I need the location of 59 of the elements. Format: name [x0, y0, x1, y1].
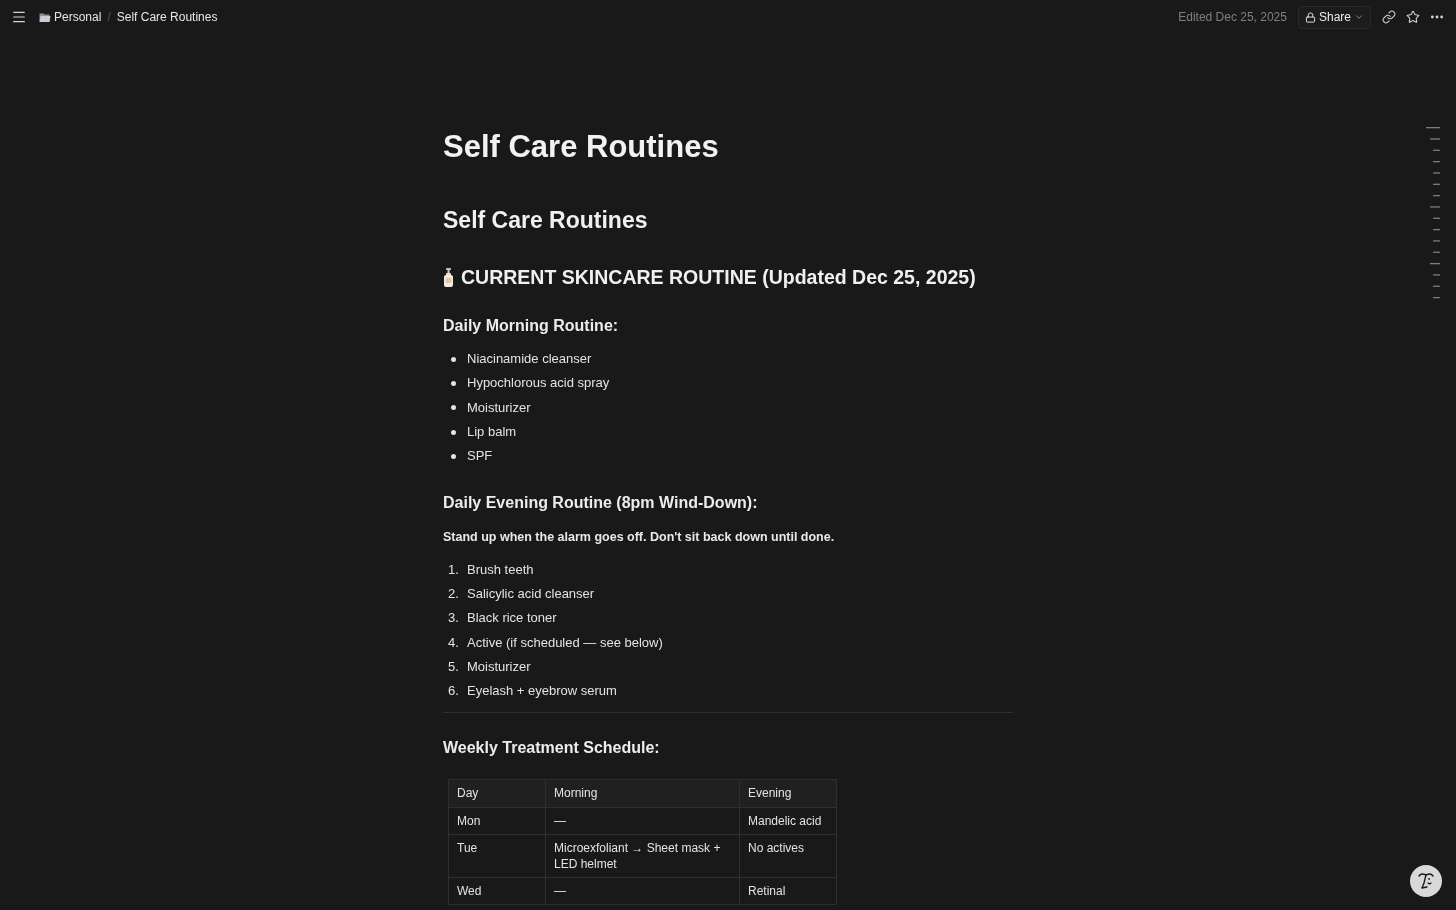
chevron-down-icon	[1354, 12, 1364, 22]
subheading: Daily Morning Routine:	[443, 316, 620, 336]
table-cell: —	[545, 877, 740, 905]
table-cell: —	[545, 807, 740, 835]
subheading: Daily Evening Routine (8pm Wind-Down):	[443, 493, 759, 514]
favorite-button[interactable]	[1405, 9, 1421, 25]
menu-icon	[11, 9, 27, 25]
lock-icon	[1304, 11, 1316, 23]
list-number: 5.	[448, 657, 459, 676]
bullet-icon	[451, 429, 456, 435]
star-icon	[1406, 10, 1420, 24]
list-item-text: Niacinamide cleanser	[467, 350, 592, 369]
table-cell: No actives	[739, 834, 837, 878]
heading: CURRENT SKINCARE ROUTINE (Updated Dec 25, 2025)	[461, 265, 976, 290]
copy-link-button[interactable]	[1381, 9, 1397, 25]
list-number: 6.	[448, 682, 459, 701]
breadcrumb-separator: /	[107, 9, 111, 26]
bullet-icon	[451, 405, 456, 411]
table-cell: Retinal	[739, 877, 837, 905]
list-item-text: Moisturizer	[467, 657, 531, 676]
table-cell: Tue	[448, 834, 546, 878]
assistant-button[interactable]	[1410, 865, 1442, 897]
list-item-text: Salicylic acid cleanser	[467, 584, 595, 603]
list-item-text: Eyelash + eyebrow serum	[467, 682, 617, 701]
outline-dashes[interactable]	[1426, 127, 1440, 299]
list-item-text: Brush teeth	[467, 560, 534, 579]
paragraph: Stand up when the alarm goes off. Don't sit back down until done.	[443, 529, 836, 547]
list-item-text: Black rice toner	[467, 609, 557, 628]
edited-timestamp: Edited Dec 25, 2025	[1178, 9, 1287, 26]
link-icon	[1382, 10, 1396, 24]
table-cell: Mon	[448, 807, 546, 835]
column-header: Evening	[739, 779, 837, 808]
heading: Self Care Routines	[443, 206, 649, 235]
subheading: Weekly Treatment Schedule:	[443, 738, 661, 759]
table-cell: Mandelic acid	[739, 807, 837, 835]
list-number: 4.	[448, 633, 459, 652]
list-number: 2.	[448, 584, 459, 603]
list-item-text: Lip balm	[467, 423, 517, 442]
column-header: Morning	[545, 779, 740, 808]
bullet-icon	[451, 453, 456, 459]
list-item-text: Moisturizer	[467, 398, 531, 417]
table-cell: Wed	[448, 877, 546, 905]
share-button[interactable]: Share	[1297, 5, 1371, 29]
line-doodle-icon	[1410, 865, 1442, 897]
bullet-icon	[451, 356, 456, 362]
table-cell: Microexfoliant → Sheet mask + LED helmet	[545, 834, 740, 878]
list-item-text: Active (if scheduled — see below)	[467, 633, 663, 652]
column-header: Day	[448, 779, 546, 808]
lotion-bottle-icon	[443, 267, 455, 287]
breadcrumb-link[interactable]: Self Care Routines	[116, 8, 218, 26]
menu-button[interactable]	[11, 9, 27, 25]
list-item-text: SPF	[467, 447, 493, 466]
breadcrumb-link[interactable]: Personal	[39, 8, 102, 26]
list-number: 1.	[448, 560, 459, 579]
bullet-icon	[451, 380, 456, 386]
list-item-text: Hypochlorous acid spray	[467, 374, 610, 393]
folder-icon	[39, 11, 51, 23]
list-number: 3.	[448, 609, 459, 628]
page-title: Self Care Routines	[443, 128, 720, 166]
